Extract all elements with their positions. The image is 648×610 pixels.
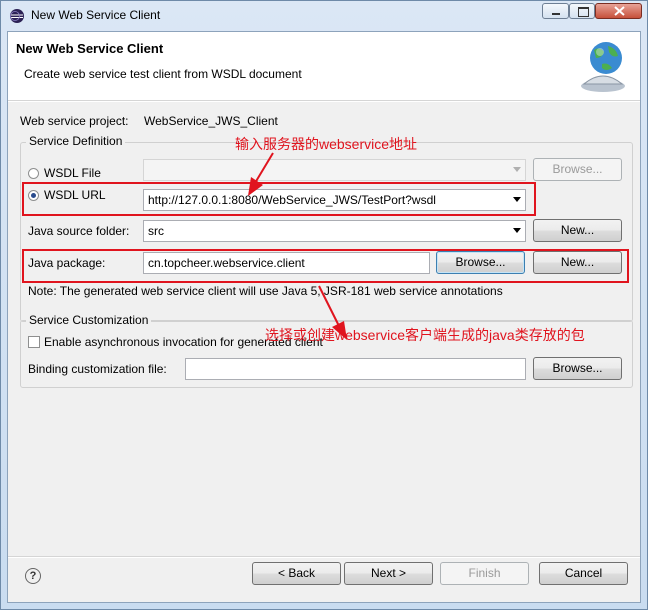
url-annotation-arrow (254, 152, 274, 184)
url-annotation-arrowhead (248, 177, 263, 196)
package-annotation-arrow (318, 285, 340, 327)
url-annotation-text: 输入服务器的webservice地址 (235, 136, 418, 152)
annotation-arrows (248, 152, 347, 340)
package-annotation-text: 选择或创建webservice客户端生成的java类存放的包 (265, 327, 585, 343)
dialog-window: New Web Service Client New Web Service C… (0, 0, 648, 610)
